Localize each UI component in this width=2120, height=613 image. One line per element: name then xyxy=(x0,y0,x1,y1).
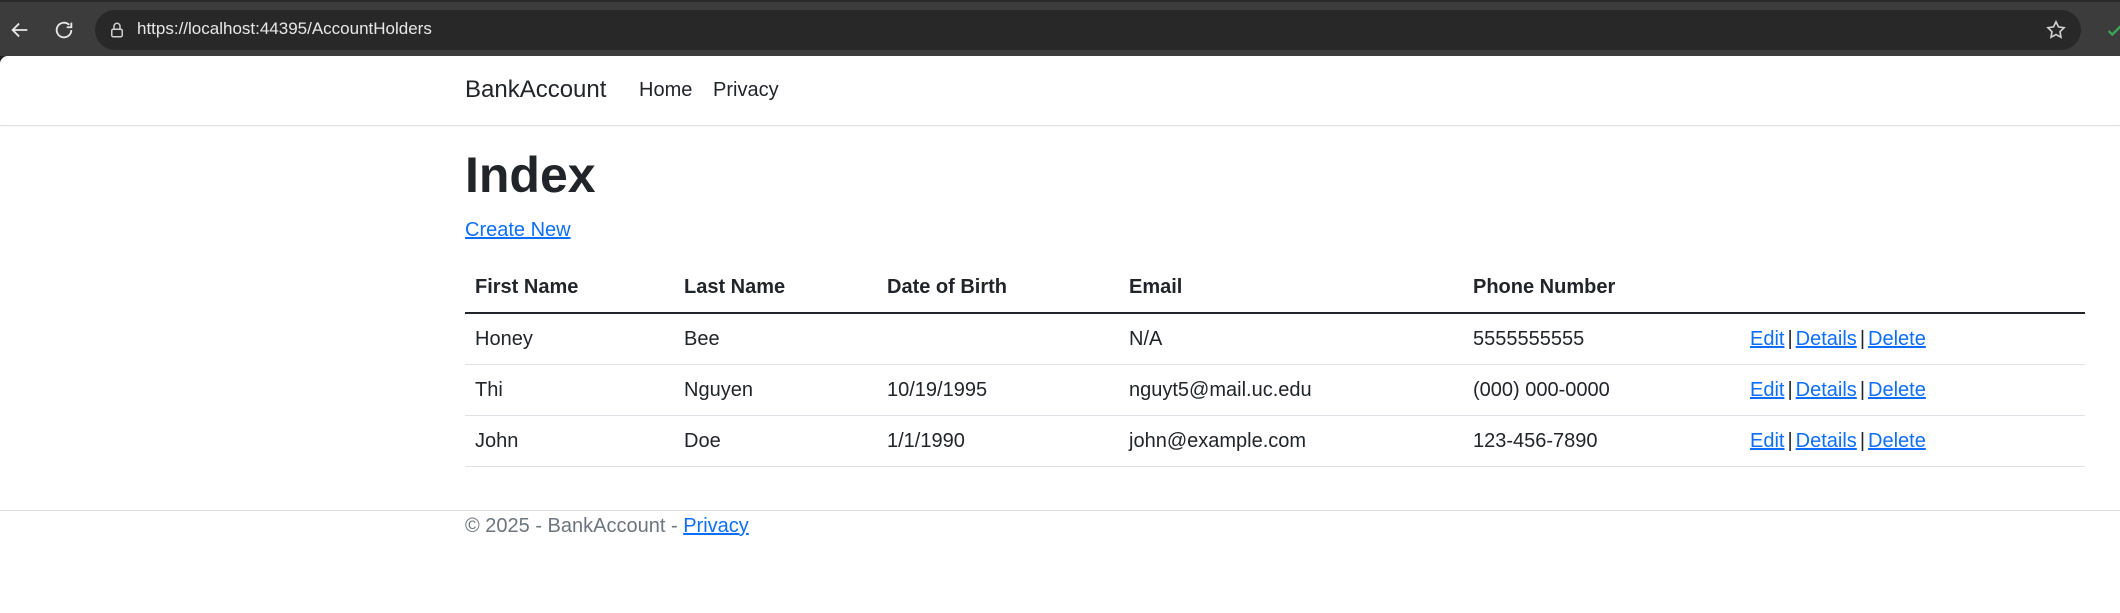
delete-link[interactable]: Delete xyxy=(1868,379,1926,401)
page-viewport: BankAccount Home Privacy Index Create Ne… xyxy=(0,56,2120,613)
cell-email: john@example.com xyxy=(1119,415,1463,467)
details-link[interactable]: Details xyxy=(1796,328,1857,350)
header-date-of-birth: Date of Birth xyxy=(877,262,1119,314)
action-separator: | xyxy=(1859,429,1866,452)
table-row: Honey Bee N/A 5555555555 Edit | Details | De… xyxy=(465,313,2085,365)
footer-copyright: © 2025 - BankAccount - xyxy=(465,515,684,537)
cell-email: nguyt5@mail.uc.edu xyxy=(1119,364,1463,416)
header-actions xyxy=(1740,262,2085,314)
footer-text: © 2025 - BankAccount - Privacy xyxy=(465,515,749,538)
cell-date-of-birth: 1/1/1990 xyxy=(877,415,1119,467)
table-row: Thi Nguyen 10/19/1995 nguyt5@mail.uc.edu… xyxy=(465,364,2085,416)
nav-home-link[interactable]: Home xyxy=(639,79,692,102)
site-navbar: BankAccount Home Privacy xyxy=(0,56,2120,126)
header-email: Email xyxy=(1119,262,1463,314)
lock-icon[interactable] xyxy=(108,21,126,39)
bookmark-star-icon[interactable] xyxy=(2045,19,2067,41)
cell-phone: 5555555555 xyxy=(1463,313,1740,365)
cell-date-of-birth xyxy=(877,313,1119,365)
cell-first-name: John xyxy=(465,415,674,467)
header-last-name: Last Name xyxy=(674,262,877,314)
cell-phone: 123-456-7890 xyxy=(1463,415,1740,467)
edit-link[interactable]: Edit xyxy=(1750,430,1784,452)
cell-email: N/A xyxy=(1119,313,1463,365)
action-separator: | xyxy=(1787,429,1793,452)
address-bar[interactable]: https://localhost:44395/AccountHolders xyxy=(95,10,2081,50)
cell-first-name: Thi xyxy=(465,364,674,416)
details-link[interactable]: Details xyxy=(1796,379,1857,401)
delete-link[interactable]: Delete xyxy=(1868,328,1926,350)
cell-date-of-birth: 10/19/1995 xyxy=(877,364,1119,416)
reload-icon[interactable] xyxy=(50,16,78,44)
header-first-name: First Name xyxy=(465,262,674,314)
table-header-row: First Name Last Name Date of Birth Email… xyxy=(465,262,2085,314)
cell-actions: Edit | Details | Delete xyxy=(1740,364,2085,416)
page-title: Index xyxy=(465,147,596,203)
brand-link[interactable]: BankAccount xyxy=(465,76,606,104)
delete-link[interactable]: Delete xyxy=(1868,430,1926,452)
cell-last-name: Bee xyxy=(674,313,877,365)
edit-link[interactable]: Edit xyxy=(1750,379,1784,401)
address-url[interactable]: https://localhost:44395/AccountHolders xyxy=(137,19,432,39)
action-separator: | xyxy=(1787,327,1793,350)
cell-phone: (000) 000-0000 xyxy=(1463,364,1740,416)
account-holders-table: First Name Last Name Date of Birth Email… xyxy=(465,262,2085,467)
table-row: John Doe 1/1/1990 john@example.com 123-4… xyxy=(465,415,2085,467)
nav-privacy-link[interactable]: Privacy xyxy=(713,79,779,102)
browser-toolbar: https://localhost:44395/AccountHolders xyxy=(0,0,2120,56)
cell-actions: Edit | Details | Delete xyxy=(1740,313,2085,365)
cell-last-name: Doe xyxy=(674,415,877,467)
action-separator: | xyxy=(1859,378,1866,401)
cell-last-name: Nguyen xyxy=(674,364,877,416)
cell-first-name: Honey xyxy=(465,313,674,365)
action-separator: | xyxy=(1859,327,1866,350)
details-link[interactable]: Details xyxy=(1796,430,1857,452)
header-phone-number: Phone Number xyxy=(1463,262,1740,314)
create-new-link[interactable]: Create New xyxy=(465,219,571,242)
back-arrow-icon[interactable] xyxy=(6,16,34,44)
edit-link[interactable]: Edit xyxy=(1750,328,1784,350)
footer-privacy-link[interactable]: Privacy xyxy=(683,515,749,537)
site-footer xyxy=(0,510,2120,613)
action-separator: | xyxy=(1787,378,1793,401)
cell-actions: Edit | Details | Delete xyxy=(1740,415,2085,467)
extension-icon[interactable] xyxy=(2104,19,2120,41)
